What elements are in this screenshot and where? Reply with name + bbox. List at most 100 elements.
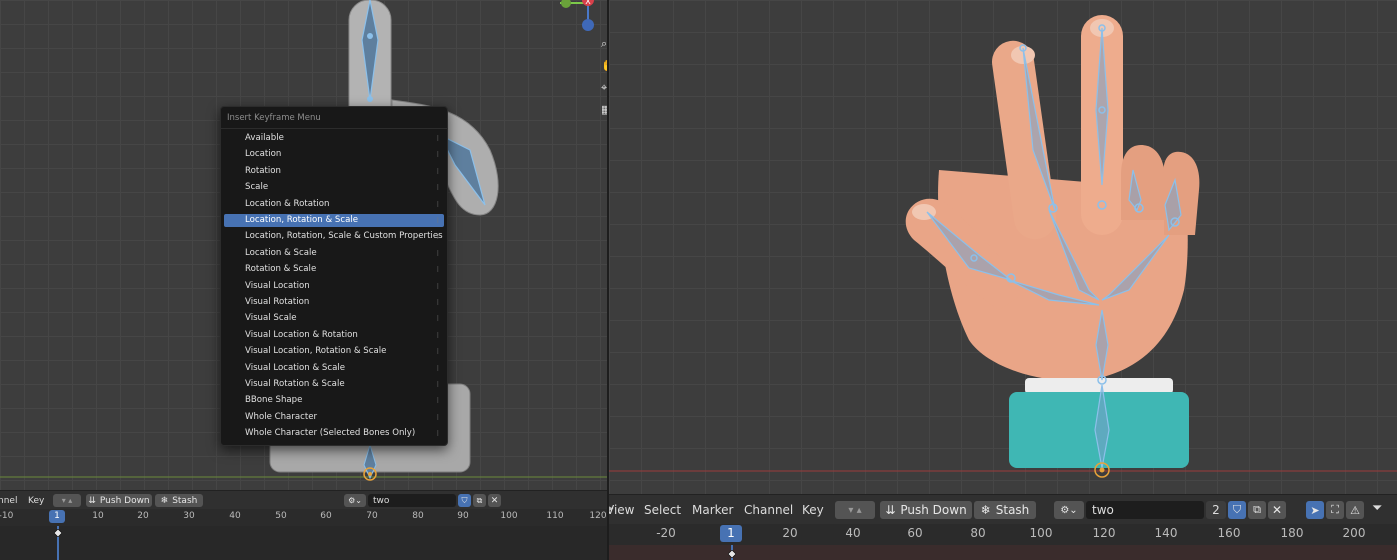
- ruler-tick-label: 200: [1342, 526, 1366, 540]
- right-keyframe-diamond[interactable]: [728, 550, 736, 558]
- menu-item-label: Visual Location: [245, 280, 310, 291]
- stash-button[interactable]: ❄ Stash: [974, 501, 1036, 519]
- menu-item[interactable]: Location, Rotation, Scale & Custom Prope…: [224, 230, 444, 243]
- stash-label: Stash: [172, 495, 198, 506]
- menu-item-label: Location: [245, 149, 282, 160]
- duplicate-action-icon[interactable]: ⧉: [473, 494, 486, 507]
- menu-key[interactable]: Key: [28, 496, 44, 506]
- menu-item[interactable]: BBone Shape ⁝: [224, 394, 444, 407]
- ruler-tick-label: -10: [0, 511, 14, 521]
- fake-user-shield-icon[interactable]: ⛉: [458, 494, 471, 507]
- ruler-tick-label: 20: [137, 511, 149, 521]
- right-hand-scene: [609, 15, 1397, 478]
- left-keyframe-diamond[interactable]: [54, 529, 62, 537]
- current-frame-badge[interactable]: 1: [49, 510, 65, 523]
- insert-keyframe-menu: Insert Keyframe Menu Available ⁝ Location ⁝…: [220, 106, 448, 446]
- menu-item-marker: ⁝: [436, 216, 439, 225]
- menu-item[interactable]: Location, Rotation & Scale ⁝: [224, 214, 444, 227]
- menu-item[interactable]: Visual Location ⁝: [224, 280, 444, 293]
- unlink-action-icon[interactable]: ✕: [488, 494, 501, 507]
- stash-button[interactable]: ❄ Stash: [155, 494, 203, 507]
- menu-item[interactable]: Location & Rotation ⁝: [224, 198, 444, 211]
- menu-item[interactable]: Available ⁝: [224, 132, 444, 145]
- menu-item[interactable]: Rotation ⁝: [224, 165, 444, 178]
- push-down-label: Push Down: [900, 503, 967, 517]
- menu-item[interactable]: Visual Location & Rotation ⁝: [224, 329, 444, 342]
- right-dopesheet-header: ▸ View Select Marker Channel Key ▾ ▴ ⇊Pu…: [609, 494, 1397, 525]
- menu-item[interactable]: Location & Scale ⁝: [224, 247, 444, 260]
- action-browse-icon[interactable]: ⚙⌄: [344, 494, 366, 507]
- menu-channel[interactable]: nnel: [0, 496, 17, 506]
- gizmo-y-ball: [561, 0, 571, 8]
- menu-item[interactable]: Visual Location, Rotation & Scale ⁝: [224, 345, 444, 358]
- fake-user-shield-icon[interactable]: ⛉: [1228, 501, 1246, 519]
- menu-item-marker: ⁝: [436, 429, 439, 439]
- menu-item-label: Location, Rotation, Scale & Custom Prope…: [245, 231, 443, 242]
- popup-separator: [221, 128, 447, 129]
- menu-item-marker: ⁝: [436, 183, 439, 193]
- menu-item[interactable]: Whole Character ⁝: [224, 411, 444, 424]
- menu-item[interactable]: Rotation & Scale ⁝: [224, 263, 444, 276]
- menu-item[interactable]: Visual Location & Scale ⁝: [224, 362, 444, 375]
- menu-item-marker: ⁝: [436, 363, 439, 373]
- menu-item-marker: ⁝: [436, 380, 439, 389]
- menu-key[interactable]: Key: [802, 503, 824, 517]
- menu-item[interactable]: Whole Character (Selected Bones Only) ⁝: [224, 427, 444, 440]
- menu-channel[interactable]: Channel: [744, 503, 793, 517]
- action-user-count[interactable]: 2: [1206, 501, 1226, 519]
- menu-item-label: Visual Location, Rotation & Scale: [245, 346, 387, 357]
- menu-item-marker: ⁝: [436, 396, 439, 406]
- ruler-tick-label: 120: [589, 511, 607, 521]
- menu-item-label: Location & Scale: [245, 247, 317, 258]
- menu-item-label: Visual Rotation & Scale: [245, 379, 345, 389]
- menu-item[interactable]: Visual Rotation ⁝: [224, 296, 444, 309]
- menu-item[interactable]: Visual Rotation & Scale ⁝: [224, 378, 444, 391]
- stash-label: Stash: [995, 503, 1030, 517]
- origin-dot: [368, 472, 372, 476]
- ruler-tick-label: 50: [275, 511, 287, 521]
- menu-item[interactable]: Scale ⁝: [224, 181, 444, 194]
- menu-item-marker: ⁝: [436, 199, 439, 209]
- left-keyframe-track[interactable]: [0, 526, 607, 560]
- left-timeline-ruler[interactable]: -10 1 10 20 30 40 50 60 70 80 90 100 110 120: [0, 509, 607, 526]
- action-name-field[interactable]: two: [368, 494, 456, 507]
- current-frame-badge[interactable]: 1: [720, 525, 742, 542]
- layer-nav-buttons[interactable]: ▾ ▴: [835, 501, 875, 519]
- menu-view[interactable]: View: [609, 503, 634, 517]
- menu-marker[interactable]: Marker: [692, 503, 733, 517]
- push-down-icon: ⇊: [885, 503, 896, 517]
- filter-funnel-icon[interactable]: ⏷: [1372, 501, 1382, 516]
- menu-item-marker: ⁝: [436, 347, 439, 357]
- ruler-tick-label: 110: [546, 511, 564, 521]
- ruler-tick-label: 60: [907, 526, 923, 540]
- ruler-tick-label: 40: [845, 526, 861, 540]
- menu-item-marker: ⁝: [436, 314, 439, 324]
- stash-icon: ❄: [980, 503, 991, 517]
- ruler-tick-label: 100: [1029, 526, 1053, 540]
- only-selected-cursor-icon[interactable]: ➤: [1306, 501, 1324, 519]
- duplicate-action-icon[interactable]: ⧉: [1248, 501, 1266, 519]
- action-name-field[interactable]: two: [1086, 501, 1204, 519]
- right-timeline-ruler[interactable]: -20 1 20 40 60 80 100 120 140 160 180 200: [609, 524, 1397, 545]
- ruler-tick-label: 120: [1092, 526, 1116, 540]
- menu-item[interactable]: Visual Scale ⁝: [224, 312, 444, 325]
- ruler-tick-label: 40: [229, 511, 241, 521]
- only-errors-warning-icon[interactable]: ⚠: [1346, 501, 1364, 519]
- menu-select[interactable]: Select: [644, 503, 681, 517]
- push-down-button[interactable]: ⇊ Push Down: [86, 494, 152, 507]
- menu-item-marker: ⁝: [436, 265, 439, 275]
- push-down-label: Push Down: [99, 495, 150, 506]
- unlink-action-icon[interactable]: ✕: [1268, 501, 1286, 519]
- action-browse-icon[interactable]: ⚙⌄: [1054, 501, 1084, 519]
- show-hidden-icon[interactable]: ⛶: [1326, 501, 1344, 519]
- layer-nav-buttons[interactable]: ▾ ▴: [53, 494, 81, 507]
- ruler-tick-label: 10: [92, 511, 104, 521]
- ruler-tick-label: 30: [183, 511, 195, 521]
- menu-item-marker: ⁝: [436, 134, 439, 143]
- menu-item-marker: ⁝: [436, 412, 439, 422]
- push-down-button[interactable]: ⇊ Push Down: [880, 501, 972, 519]
- left-dopesheet-header: nnel Key ▾ ▴ ⇊Push Down ❄Stash ⚙⌄ two ⛉ …: [0, 490, 607, 510]
- menu-item[interactable]: Location ⁝: [224, 148, 444, 161]
- right-3d-viewport[interactable]: [609, 0, 1397, 494]
- ruler-tick-label: 60: [320, 511, 332, 521]
